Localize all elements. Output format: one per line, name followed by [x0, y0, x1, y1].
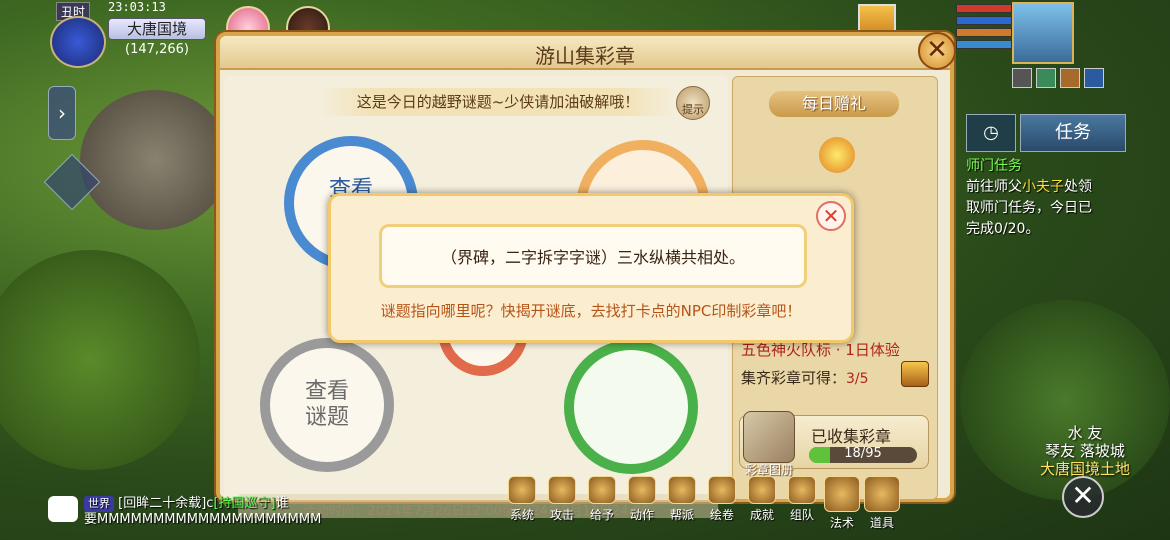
buff-row	[1012, 68, 1104, 88]
clock-icon[interactable]: ◷	[966, 114, 1016, 152]
map-coords: (147,266)	[125, 42, 189, 57]
npc-title: 琴友 落坡城	[1045, 442, 1125, 460]
menu-icon	[788, 476, 816, 504]
menu-item[interactable]: 系统	[504, 476, 540, 531]
status-bars	[956, 4, 1012, 52]
task-npc-link[interactable]: 小夫子	[1022, 179, 1064, 195]
menu-item[interactable]: 组队	[784, 476, 820, 531]
menu-item[interactable]: 攻击	[544, 476, 580, 531]
collected-label: 已收集彩章	[811, 427, 892, 446]
daily-gift-title: 每日赠礼	[769, 91, 899, 117]
expand-sidebar-button[interactable]: ›	[48, 86, 76, 140]
task-line: 完成0/20。	[966, 221, 1040, 237]
chat-bubble-icon[interactable]	[48, 496, 78, 522]
menu-label: 系统	[509, 508, 534, 522]
menu-item[interactable]: 给予	[584, 476, 620, 531]
menu-icon	[668, 476, 696, 504]
menu-item[interactable]: 帮派	[664, 476, 700, 531]
buff-icon[interactable]	[1060, 68, 1080, 88]
menu-icon	[508, 476, 536, 504]
stamp-album-icon[interactable]	[743, 411, 795, 463]
stamp-slot-green[interactable]	[564, 340, 698, 474]
window-close-button[interactable]: ✕	[918, 32, 956, 70]
menu-label: 给予	[589, 508, 614, 522]
menu-icon	[748, 476, 776, 504]
buff-icon[interactable]	[1012, 68, 1032, 88]
riddle-box: （界碑，二字拆字字谜）三水纵横共相处。	[379, 224, 807, 288]
treasure-chest-icon[interactable]	[901, 361, 929, 387]
minimap-button[interactable]	[50, 16, 106, 68]
window-title: 游山集彩章	[535, 44, 635, 68]
menu-icon	[588, 476, 616, 504]
collapse-menu-button[interactable]: ✕	[1062, 476, 1104, 518]
flag-reward-icon[interactable]	[819, 137, 855, 173]
menu-icon	[708, 476, 736, 504]
menu-label: 道具	[869, 516, 894, 530]
map-name[interactable]: 大唐国境	[108, 18, 206, 40]
chat-highlight[interactable]: [持国巡守]	[213, 496, 275, 511]
clock-text: 23:03:13	[108, 0, 166, 14]
menu-label: 动作	[629, 508, 654, 522]
menu-icon	[824, 476, 860, 512]
window-title-bar: 游山集彩章	[220, 36, 950, 70]
menu-label: 帮派	[669, 508, 694, 522]
collection-progress-text: 18/95	[844, 446, 882, 461]
menu-item[interactable]: 动作	[624, 476, 660, 531]
stamp-slot-view-riddle[interactable]: 查看 谜题	[260, 338, 394, 472]
menu-item[interactable]: 法术	[824, 476, 860, 531]
menu-item[interactable]: 成就	[744, 476, 780, 531]
chat-line[interactable]: 世界 [回眸二十余载]c[持国巡守]谁 要MMMMMMMMMMMMMMMMMMM…	[84, 496, 384, 528]
menu-label: 绘卷	[709, 508, 734, 522]
chat-text: 要MMMMMMMMMMMMMMMMMMMM	[84, 512, 322, 527]
task-line: 前往师父小夫子处领	[966, 179, 1092, 195]
anger-bar	[956, 28, 1012, 37]
character-portrait[interactable]	[1012, 2, 1074, 64]
menu-label: 组队	[789, 508, 814, 522]
bottom-menu: 系统 攻击 给予 动作 帮派 绘卷 成就 组队法术 道具	[504, 476, 900, 531]
menu-label: 攻击	[549, 508, 574, 522]
riddle-text: （界碑，二字拆字字谜）三水纵横共相处。	[440, 248, 745, 267]
chat-text: 谁	[275, 496, 289, 511]
menu-icon	[864, 476, 900, 512]
menu-icon	[548, 476, 576, 504]
mp-bar	[956, 16, 1012, 25]
chat-channel-badge: 世界	[84, 496, 114, 512]
tab-tasks[interactable]: 任务	[1020, 114, 1126, 152]
riddle-popup: （界碑，二字拆字字谜）三水纵横共相处。 谜题指向哪里呢？快揭开谜底，去找打卡点的…	[328, 193, 854, 343]
reward-progress: 3/5	[846, 371, 869, 387]
scenery-tree	[0, 250, 200, 470]
hint-button[interactable]: 提示	[676, 86, 710, 120]
buff-icon[interactable]	[1084, 68, 1104, 88]
popup-close-button[interactable]: ✕	[816, 201, 846, 231]
npc-name: 水 友	[1067, 424, 1103, 442]
menu-item[interactable]: 绘卷	[704, 476, 740, 531]
task-tracker[interactable]: 师门任务 前往师父小夫子处领 取师门任务，今日已 完成0/20。	[966, 156, 1126, 240]
menu-label: 成就	[749, 508, 774, 522]
menu-icon	[628, 476, 656, 504]
riddle-banner: 这是今日的越野谜题~少侠请加油破解哦！	[320, 88, 676, 116]
menu-item[interactable]: 道具	[864, 476, 900, 531]
chat-text: [回眸二十余载]c	[118, 496, 214, 511]
task-title: 师门任务	[966, 158, 1022, 174]
exp-bar	[956, 40, 1012, 49]
riddle-description: 谜题指向哪里呢？快揭开谜底，去找打卡点的NPC印制彩章吧！	[380, 302, 802, 320]
task-tabs: ◷ 任务	[966, 114, 1126, 152]
hp-bar	[956, 4, 1012, 13]
menu-label: 法术	[829, 516, 854, 530]
task-line: 取师门任务，今日已	[966, 200, 1092, 216]
buff-icon[interactable]	[1036, 68, 1056, 88]
npc-nameplate[interactable]: 水 友 琴友 落坡城 大唐国境土地	[1040, 424, 1130, 478]
scenery-rock	[80, 90, 230, 230]
